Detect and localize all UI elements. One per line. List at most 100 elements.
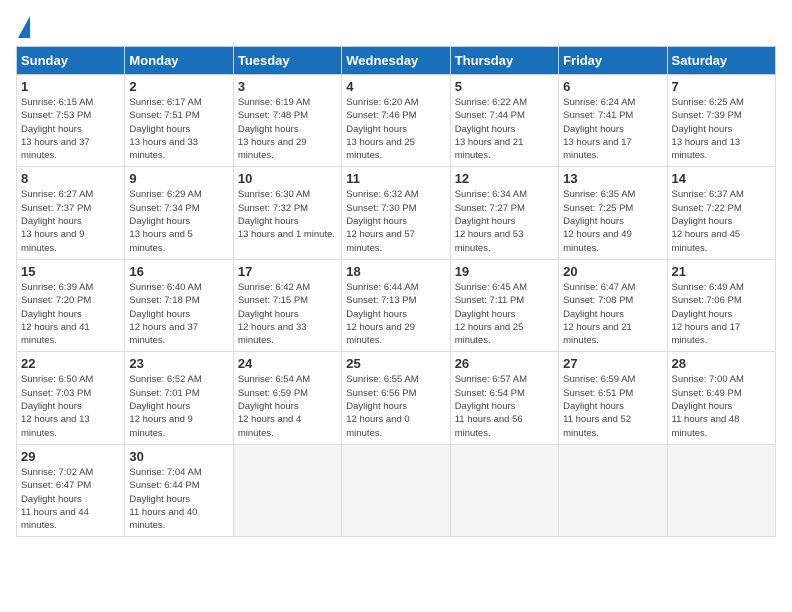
day-number: 24 <box>238 356 337 371</box>
calendar-cell <box>342 444 450 536</box>
calendar-cell: 26 Sunrise: 6:57 AM Sunset: 6:54 PM Dayl… <box>450 352 558 444</box>
calendar-cell: 1 Sunrise: 6:15 AM Sunset: 7:53 PM Dayli… <box>17 75 125 167</box>
calendar-cell: 5 Sunrise: 6:22 AM Sunset: 7:44 PM Dayli… <box>450 75 558 167</box>
day-number: 20 <box>563 264 662 279</box>
calendar-cell: 10 Sunrise: 6:30 AM Sunset: 7:32 PM Dayl… <box>233 167 341 259</box>
calendar-cell: 23 Sunrise: 6:52 AM Sunset: 7:01 PM Dayl… <box>125 352 233 444</box>
day-number: 15 <box>21 264 120 279</box>
day-header-friday: Friday <box>559 47 667 75</box>
day-number: 12 <box>455 171 554 186</box>
day-number: 18 <box>346 264 445 279</box>
calendar-cell: 21 Sunrise: 6:49 AM Sunset: 7:06 PM Dayl… <box>667 259 775 351</box>
day-number: 30 <box>129 449 228 464</box>
day-number: 27 <box>563 356 662 371</box>
calendar-cell: 2 Sunrise: 6:17 AM Sunset: 7:51 PM Dayli… <box>125 75 233 167</box>
calendar-cell: 11 Sunrise: 6:32 AM Sunset: 7:30 PM Dayl… <box>342 167 450 259</box>
day-number: 10 <box>238 171 337 186</box>
calendar-cell <box>667 444 775 536</box>
calendar-cell: 7 Sunrise: 6:25 AM Sunset: 7:39 PM Dayli… <box>667 75 775 167</box>
cell-content: Sunrise: 6:59 AM Sunset: 6:51 PM Dayligh… <box>563 373 662 439</box>
day-number: 29 <box>21 449 120 464</box>
cell-content: Sunrise: 6:30 AM Sunset: 7:32 PM Dayligh… <box>238 188 337 241</box>
cell-content: Sunrise: 6:57 AM Sunset: 6:54 PM Dayligh… <box>455 373 554 439</box>
cell-content: Sunrise: 6:45 AM Sunset: 7:11 PM Dayligh… <box>455 281 554 347</box>
page-header <box>16 16 776 38</box>
day-number: 11 <box>346 171 445 186</box>
day-number: 7 <box>672 79 771 94</box>
calendar-cell: 16 Sunrise: 6:40 AM Sunset: 7:18 PM Dayl… <box>125 259 233 351</box>
cell-content: Sunrise: 6:55 AM Sunset: 6:56 PM Dayligh… <box>346 373 445 439</box>
calendar-week-2: 8 Sunrise: 6:27 AM Sunset: 7:37 PM Dayli… <box>17 167 776 259</box>
calendar-cell: 13 Sunrise: 6:35 AM Sunset: 7:25 PM Dayl… <box>559 167 667 259</box>
day-number: 26 <box>455 356 554 371</box>
cell-content: Sunrise: 6:39 AM Sunset: 7:20 PM Dayligh… <box>21 281 120 347</box>
calendar-cell <box>233 444 341 536</box>
day-header-saturday: Saturday <box>667 47 775 75</box>
day-number: 5 <box>455 79 554 94</box>
cell-content: Sunrise: 6:40 AM Sunset: 7:18 PM Dayligh… <box>129 281 228 347</box>
cell-content: Sunrise: 6:27 AM Sunset: 7:37 PM Dayligh… <box>21 188 120 254</box>
calendar-cell: 25 Sunrise: 6:55 AM Sunset: 6:56 PM Dayl… <box>342 352 450 444</box>
day-number: 21 <box>672 264 771 279</box>
cell-content: Sunrise: 6:54 AM Sunset: 6:59 PM Dayligh… <box>238 373 337 439</box>
cell-content: Sunrise: 6:24 AM Sunset: 7:41 PM Dayligh… <box>563 96 662 162</box>
calendar-cell: 18 Sunrise: 6:44 AM Sunset: 7:13 PM Dayl… <box>342 259 450 351</box>
cell-content: Sunrise: 6:49 AM Sunset: 7:06 PM Dayligh… <box>672 281 771 347</box>
day-number: 19 <box>455 264 554 279</box>
day-number: 16 <box>129 264 228 279</box>
calendar-cell: 17 Sunrise: 6:42 AM Sunset: 7:15 PM Dayl… <box>233 259 341 351</box>
logo-icon <box>18 16 30 38</box>
calendar-cell: 12 Sunrise: 6:34 AM Sunset: 7:27 PM Dayl… <box>450 167 558 259</box>
cell-content: Sunrise: 7:04 AM Sunset: 6:44 PM Dayligh… <box>129 466 228 532</box>
cell-content: Sunrise: 7:02 AM Sunset: 6:47 PM Dayligh… <box>21 466 120 532</box>
cell-content: Sunrise: 6:52 AM Sunset: 7:01 PM Dayligh… <box>129 373 228 439</box>
calendar-cell: 8 Sunrise: 6:27 AM Sunset: 7:37 PM Dayli… <box>17 167 125 259</box>
day-header-tuesday: Tuesday <box>233 47 341 75</box>
calendar-cell: 24 Sunrise: 6:54 AM Sunset: 6:59 PM Dayl… <box>233 352 341 444</box>
calendar-cell: 4 Sunrise: 6:20 AM Sunset: 7:46 PM Dayli… <box>342 75 450 167</box>
day-number: 14 <box>672 171 771 186</box>
cell-content: Sunrise: 6:42 AM Sunset: 7:15 PM Dayligh… <box>238 281 337 347</box>
day-number: 8 <box>21 171 120 186</box>
calendar-cell: 6 Sunrise: 6:24 AM Sunset: 7:41 PM Dayli… <box>559 75 667 167</box>
cell-content: Sunrise: 6:19 AM Sunset: 7:48 PM Dayligh… <box>238 96 337 162</box>
calendar-cell: 20 Sunrise: 6:47 AM Sunset: 7:08 PM Dayl… <box>559 259 667 351</box>
cell-content: Sunrise: 6:22 AM Sunset: 7:44 PM Dayligh… <box>455 96 554 162</box>
cell-content: Sunrise: 6:32 AM Sunset: 7:30 PM Dayligh… <box>346 188 445 254</box>
cell-content: Sunrise: 6:29 AM Sunset: 7:34 PM Dayligh… <box>129 188 228 254</box>
cell-content: Sunrise: 6:17 AM Sunset: 7:51 PM Dayligh… <box>129 96 228 162</box>
day-number: 1 <box>21 79 120 94</box>
day-number: 4 <box>346 79 445 94</box>
logo <box>16 16 30 38</box>
cell-content: Sunrise: 6:35 AM Sunset: 7:25 PM Dayligh… <box>563 188 662 254</box>
day-header-thursday: Thursday <box>450 47 558 75</box>
calendar-cell: 3 Sunrise: 6:19 AM Sunset: 7:48 PM Dayli… <box>233 75 341 167</box>
day-number: 17 <box>238 264 337 279</box>
calendar-cell: 22 Sunrise: 6:50 AM Sunset: 7:03 PM Dayl… <box>17 352 125 444</box>
cell-content: Sunrise: 6:50 AM Sunset: 7:03 PM Dayligh… <box>21 373 120 439</box>
calendar-week-3: 15 Sunrise: 6:39 AM Sunset: 7:20 PM Dayl… <box>17 259 776 351</box>
day-number: 23 <box>129 356 228 371</box>
calendar-cell: 27 Sunrise: 6:59 AM Sunset: 6:51 PM Dayl… <box>559 352 667 444</box>
day-header-sunday: Sunday <box>17 47 125 75</box>
day-number: 6 <box>563 79 662 94</box>
day-header-wednesday: Wednesday <box>342 47 450 75</box>
calendar-cell: 9 Sunrise: 6:29 AM Sunset: 7:34 PM Dayli… <box>125 167 233 259</box>
cell-content: Sunrise: 6:37 AM Sunset: 7:22 PM Dayligh… <box>672 188 771 254</box>
calendar-cell: 28 Sunrise: 7:00 AM Sunset: 6:49 PM Dayl… <box>667 352 775 444</box>
day-header-monday: Monday <box>125 47 233 75</box>
day-number: 22 <box>21 356 120 371</box>
calendar-cell: 30 Sunrise: 7:04 AM Sunset: 6:44 PM Dayl… <box>125 444 233 536</box>
calendar-table: SundayMondayTuesdayWednesdayThursdayFrid… <box>16 46 776 537</box>
calendar-week-4: 22 Sunrise: 6:50 AM Sunset: 7:03 PM Dayl… <box>17 352 776 444</box>
calendar-cell <box>559 444 667 536</box>
day-number: 25 <box>346 356 445 371</box>
day-number: 9 <box>129 171 228 186</box>
calendar-week-5: 29 Sunrise: 7:02 AM Sunset: 6:47 PM Dayl… <box>17 444 776 536</box>
calendar-cell: 15 Sunrise: 6:39 AM Sunset: 7:20 PM Dayl… <box>17 259 125 351</box>
cell-content: Sunrise: 7:00 AM Sunset: 6:49 PM Dayligh… <box>672 373 771 439</box>
day-number: 3 <box>238 79 337 94</box>
cell-content: Sunrise: 6:34 AM Sunset: 7:27 PM Dayligh… <box>455 188 554 254</box>
cell-content: Sunrise: 6:25 AM Sunset: 7:39 PM Dayligh… <box>672 96 771 162</box>
cell-content: Sunrise: 6:15 AM Sunset: 7:53 PM Dayligh… <box>21 96 120 162</box>
